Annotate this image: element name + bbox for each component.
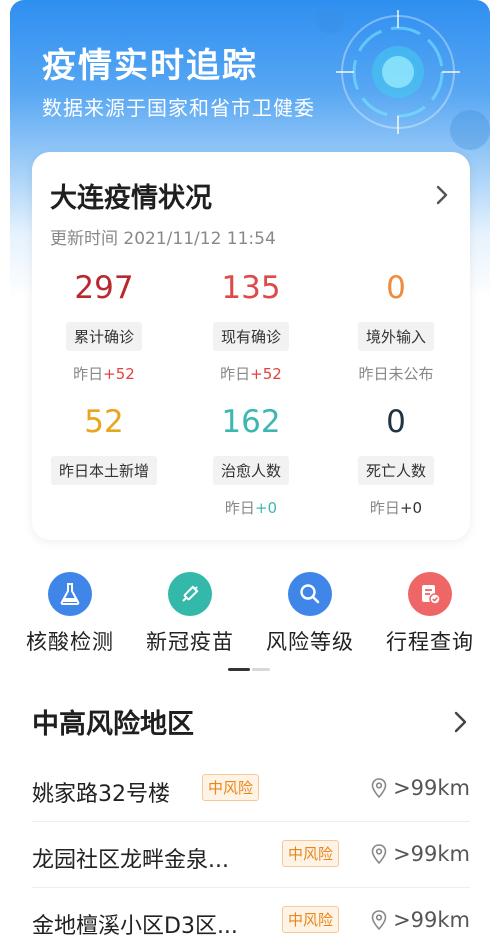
quick-action-risk-level[interactable]: 风险等级 [250, 572, 370, 656]
itinerary-icon[interactable] [408, 572, 452, 616]
stat-recovered: 162 治愈人数 昨日+0 [181, 404, 321, 517]
stat-cumulative-confirmed: 297 累计确诊 昨日+52 [34, 270, 174, 383]
page-subtitle: 数据来源于国家和省市卫健委 [42, 96, 315, 120]
stat-label: 治愈人数 [212, 456, 289, 485]
update-timestamp: 2021/11/12 11:54 [123, 229, 276, 249]
quick-actions: 核酸检测 新冠疫苗 风险等级 行程查询 [10, 572, 490, 654]
chevron-right-icon[interactable] [434, 184, 450, 206]
update-time: 更新时间 2021/11/12 11:54 [50, 224, 276, 249]
update-label: 更新时间 [50, 229, 118, 249]
stat-delta: 昨日+0 [224, 499, 278, 517]
syringe-icon[interactable] [168, 572, 212, 616]
stat-label: 现有确诊 [212, 322, 289, 351]
stat-value: 297 [74, 270, 134, 306]
location-pin-icon [371, 844, 387, 864]
risk-area-distance: >99km [371, 776, 470, 800]
stat-value: 0 [386, 270, 406, 306]
quick-action-vaccine[interactable]: 新冠疫苗 [130, 572, 250, 656]
quick-action-label: 核酸检测 [26, 630, 114, 654]
stat-value: 135 [221, 270, 281, 306]
page-indicator-active [228, 668, 250, 671]
stat-local-new: 52 昨日本土新增 [34, 404, 174, 485]
stat-delta: 昨日未公布 [358, 365, 434, 383]
location-pin-icon [371, 778, 387, 798]
location-pin-icon [371, 910, 387, 930]
risk-section-title: 中高风险地区 [32, 709, 194, 740]
risk-area-row[interactable]: 龙园社区龙畔金泉... 中风险 >99km [32, 822, 470, 888]
stat-value: 0 [386, 404, 406, 440]
page-indicator [228, 668, 272, 671]
risk-area-distance: >99km [371, 842, 470, 866]
stat-label: 昨日本土新增 [50, 456, 157, 485]
search-icon[interactable] [288, 572, 332, 616]
summary-card[interactable]: 大连疫情状况 更新时间 2021/11/12 11:54 297 累计确诊 昨日… [32, 152, 470, 540]
stat-value: 52 [84, 404, 124, 440]
risk-area-distance: >99km [371, 908, 470, 932]
stat-current-confirmed: 135 现有确诊 昨日+52 [181, 270, 321, 383]
page-title: 疫情实时追踪 [42, 46, 258, 86]
chevron-right-icon[interactable] [452, 710, 468, 734]
virus-illustration-icon [316, 10, 490, 150]
stat-value: 162 [221, 404, 281, 440]
risk-area-name: 龙园社区龙畔金泉... [32, 848, 229, 873]
page-indicator-inactive [252, 668, 270, 671]
flask-icon[interactable] [48, 572, 92, 616]
stat-imported: 0 境外输入 昨日未公布 [326, 270, 466, 383]
summary-title: 大连疫情状况 [50, 183, 212, 214]
risk-level-badge: 中风险 [282, 906, 340, 933]
risk-area-row[interactable]: 姚家路32号楼 中风险 >99km [32, 756, 470, 822]
quick-action-nucleic-test[interactable]: 核酸检测 [10, 572, 130, 656]
quick-action-itinerary[interactable]: 行程查询 [370, 572, 490, 656]
risk-area-name: 金地檀溪小区D3区... [32, 914, 238, 939]
stat-label: 死亡人数 [357, 456, 434, 485]
risk-area-name: 姚家路32号楼 [32, 782, 170, 807]
stat-label: 累计确诊 [65, 322, 142, 351]
quick-action-label: 新冠疫苗 [146, 630, 234, 654]
risk-level-badge: 中风险 [282, 840, 340, 867]
stat-deaths: 0 死亡人数 昨日+0 [326, 404, 466, 517]
stat-delta: 昨日+52 [73, 365, 135, 383]
risk-area-row[interactable]: 金地檀溪小区D3区... 中风险 >99km [32, 888, 470, 940]
stat-label: 境外输入 [357, 322, 434, 351]
stat-delta: 昨日+0 [369, 499, 423, 517]
risk-level-badge: 中风险 [202, 774, 260, 801]
quick-action-label: 风险等级 [266, 630, 354, 654]
stat-delta: 昨日+52 [220, 365, 282, 383]
quick-action-label: 行程查询 [386, 630, 474, 654]
